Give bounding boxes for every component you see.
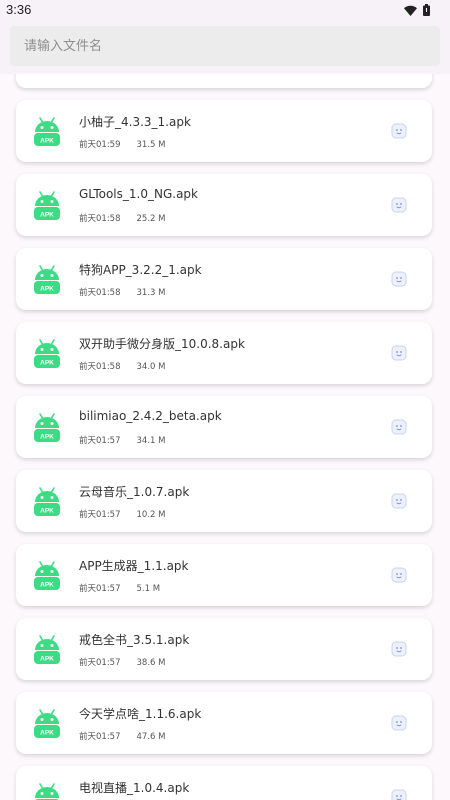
apk-badge-text: APK	[40, 138, 54, 145]
search-bar	[0, 22, 450, 74]
file-size: 10.2 M	[136, 510, 166, 520]
status-bar: 3:36	[0, 0, 450, 22]
face-icon[interactable]	[391, 197, 407, 213]
apk-badge-text: APK	[40, 730, 54, 737]
face-icon[interactable]	[391, 493, 407, 509]
file-list: APK 小柚子_4.3.3_1.apk 前天01:59 31.5 M APK GLTool…	[0, 74, 450, 800]
battery-icon	[423, 4, 430, 16]
file-item[interactable]: APK bilimiao_2.4.2_beta.apk 前天01:57 34.1 M	[16, 396, 432, 458]
android-apk-icon: APK	[31, 337, 63, 369]
wifi-icon	[404, 5, 417, 16]
file-meta: 前天01:58 34.0 M	[79, 360, 165, 372]
file-size: 25.2 M	[136, 214, 166, 224]
file-item[interactable]: APK 今天学点啥_1.1.6.apk 前天01:57 47.6 M	[16, 692, 432, 754]
face-icon[interactable]	[391, 641, 407, 657]
file-item[interactable]: APK 双开助手微分身版_10.0.8.apk 前天01:58 34.0 M	[16, 322, 432, 384]
android-apk-icon: APK	[31, 781, 63, 800]
file-name: 特狗APP_3.2.2_1.apk	[79, 263, 202, 277]
file-name: 小柚子_4.3.3_1.apk	[79, 115, 191, 129]
face-icon[interactable]	[391, 123, 407, 139]
file-item[interactable]: APK 戒色全书_3.5.1.apk 前天01:57 38.6 M	[16, 618, 432, 680]
android-apk-icon: APK	[31, 411, 63, 443]
face-icon[interactable]	[391, 345, 407, 361]
file-name: 双开助手微分身版_10.0.8.apk	[79, 337, 245, 351]
file-meta: 前天01:57 5.1 M	[79, 582, 160, 594]
file-meta: 前天01:57 10.2 M	[79, 508, 165, 520]
file-date: 前天01:58	[79, 214, 121, 224]
face-icon[interactable]	[391, 419, 407, 435]
apk-badge-text: APK	[40, 582, 54, 589]
file-meta: 前天01:59 31.5 M	[79, 138, 165, 150]
file-date: 前天01:57	[79, 510, 121, 520]
file-meta: 前天01:58 31.3 M	[79, 286, 165, 298]
android-apk-icon: APK	[31, 263, 63, 295]
android-apk-icon: APK	[31, 559, 63, 591]
apk-badge-text: APK	[40, 656, 54, 663]
face-icon[interactable]	[391, 715, 407, 731]
apk-badge-text: APK	[40, 212, 54, 219]
file-size: 31.3 M	[136, 288, 166, 298]
file-name: bilimiao_2.4.2_beta.apk	[79, 409, 222, 423]
file-meta: 前天01:57 47.6 M	[79, 730, 165, 742]
file-date: 前天01:57	[79, 732, 121, 742]
android-apk-icon: APK	[31, 485, 63, 517]
file-item[interactable]: APK 小柚子_4.3.3_1.apk 前天01:59 31.5 M	[16, 100, 432, 162]
android-apk-icon: APK	[31, 115, 63, 147]
file-meta: 前天01:57 38.6 M	[79, 656, 165, 668]
file-size: 34.1 M	[136, 436, 166, 446]
android-apk-icon: APK	[31, 633, 63, 665]
file-item[interactable]: APK APP生成器_1.1.apk 前天01:57 5.1 M	[16, 544, 432, 606]
apk-badge-text: APK	[40, 360, 54, 367]
file-date: 前天01:58	[79, 288, 121, 298]
file-item[interactable]: APK 特狗APP_3.2.2_1.apk 前天01:58 31.3 M	[16, 248, 432, 310]
search-input[interactable]	[10, 26, 440, 66]
face-icon[interactable]	[391, 789, 407, 800]
file-date: 前天01:59	[79, 140, 121, 150]
file-size: 5.1 M	[136, 584, 161, 594]
file-name: 戒色全书_3.5.1.apk	[79, 633, 190, 647]
apk-badge-text: APK	[40, 434, 54, 441]
search-box	[10, 26, 440, 66]
file-item[interactable]: APK 电视直播_1.0.4.apk	[16, 766, 432, 800]
file-date: 前天01:57	[79, 436, 121, 446]
file-date: 前天01:57	[79, 584, 121, 594]
file-date: 前天01:58	[79, 362, 121, 372]
file-size: 31.5 M	[136, 140, 166, 150]
apk-badge-text: APK	[40, 286, 54, 293]
face-icon[interactable]	[391, 271, 407, 287]
file-item[interactable]: APK 云母音乐_1.0.7.apk 前天01:57 10.2 M	[16, 470, 432, 532]
android-apk-icon: APK	[31, 189, 63, 221]
status-icons	[404, 4, 430, 16]
status-time: 3:36	[6, 2, 32, 17]
file-date: 前天01:57	[79, 658, 121, 668]
file-meta: 前天01:57 34.1 M	[79, 434, 165, 446]
apk-badge-text: APK	[40, 508, 54, 515]
file-size: 47.6 M	[136, 732, 166, 742]
file-item[interactable]: APK GLTools_1.0_NG.apk 前天01:58 25.2 M	[16, 174, 432, 236]
file-name: 电视直播_1.0.4.apk	[79, 781, 190, 795]
list-item-partial[interactable]	[16, 74, 432, 88]
file-size: 38.6 M	[136, 658, 166, 668]
file-name: APP生成器_1.1.apk	[79, 559, 189, 573]
file-name: 今天学点啥_1.1.6.apk	[79, 707, 202, 721]
file-name: 云母音乐_1.0.7.apk	[79, 485, 190, 499]
file-meta: 前天01:58 25.2 M	[79, 212, 165, 224]
face-icon[interactable]	[391, 567, 407, 583]
android-apk-icon: APK	[31, 707, 63, 739]
file-name: GLTools_1.0_NG.apk	[79, 187, 198, 201]
file-size: 34.0 M	[136, 362, 166, 372]
